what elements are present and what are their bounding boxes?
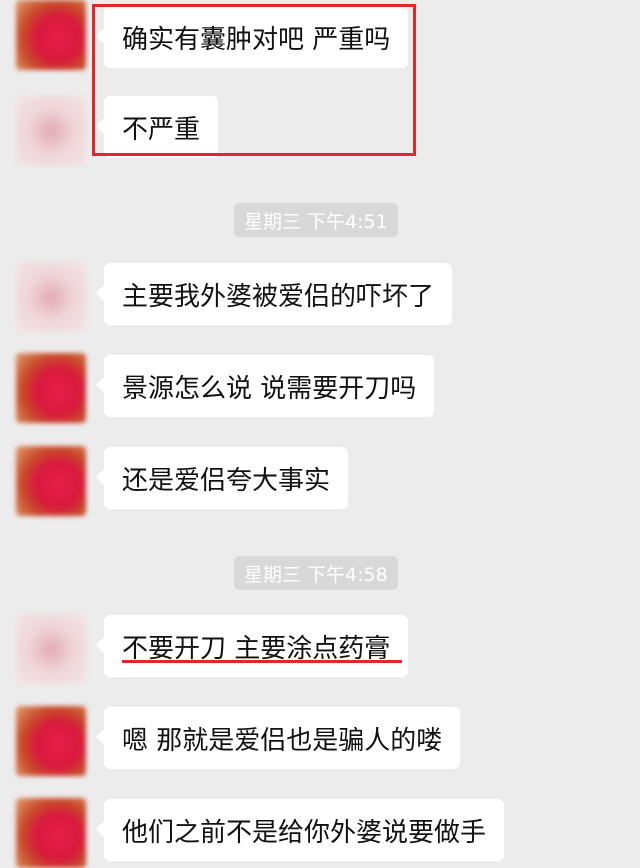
message-text: 主要我外婆被爱侣的吓坏了 xyxy=(122,281,435,312)
contact-avatar[interactable] xyxy=(16,446,86,516)
user-avatar[interactable] xyxy=(16,96,86,166)
message-bubble[interactable]: 嗯 那就是爱侣也是骗人的喽 xyxy=(95,707,461,769)
timestamp: 星期三 下午4:58 xyxy=(234,556,398,590)
timestamp: 星期三 下午4:51 xyxy=(234,203,398,237)
contact-avatar[interactable] xyxy=(16,353,86,423)
message-bubble[interactable]: 还是爱侣夸大事实 xyxy=(95,447,349,509)
contact-avatar[interactable] xyxy=(16,798,86,868)
user-avatar[interactable] xyxy=(16,262,86,332)
highlight-box xyxy=(92,4,416,156)
highlight-underline xyxy=(122,660,402,663)
message-bubble[interactable]: 景源怎么说 说需要开刀吗 xyxy=(95,355,435,417)
contact-avatar[interactable] xyxy=(16,706,86,776)
message-bubble[interactable]: 不要开刀 主要涂点药膏 xyxy=(95,615,409,677)
message-text: 还是爱侣夸大事实 xyxy=(122,465,331,496)
message-bubble[interactable]: 他们之前不是给你外婆说要做手 xyxy=(95,799,505,861)
message-text: 他们之前不是给你外婆说要做手 xyxy=(122,817,487,848)
message-text: 景源怎么说 说需要开刀吗 xyxy=(122,373,417,404)
message-text: 不要开刀 主要涂点药膏 xyxy=(122,633,391,664)
message-text: 嗯 那就是爱侣也是骗人的喽 xyxy=(122,725,443,756)
user-avatar[interactable] xyxy=(16,614,86,684)
contact-avatar[interactable] xyxy=(16,0,86,70)
message-bubble[interactable]: 主要我外婆被爱侣的吓坏了 xyxy=(95,263,453,325)
